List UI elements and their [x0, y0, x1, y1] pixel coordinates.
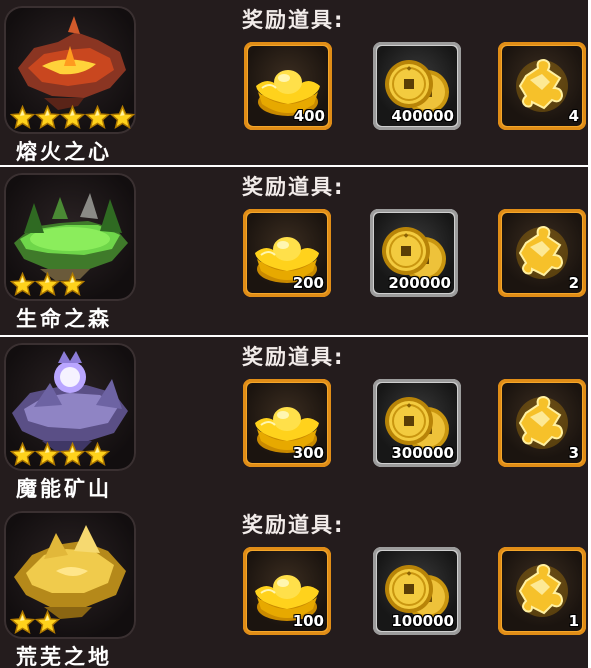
- svg-text:◆: ◆: [404, 232, 409, 239]
- reward-slot-coins[interactable]: ◆ 200000: [370, 209, 458, 297]
- svg-text:◆: ◆: [407, 402, 412, 409]
- reward-title: 奖励道具:: [242, 513, 345, 537]
- area-thumbnail[interactable]: [4, 511, 136, 639]
- reward-title: 奖励道具:: [242, 8, 345, 32]
- reward-slot-coins[interactable]: ◆ 300000: [373, 379, 461, 467]
- area-name: 荒芜之地: [16, 645, 112, 668]
- reward-slot-ingot[interactable]: 300: [243, 379, 331, 467]
- reward-quantity: 300: [292, 444, 324, 462]
- star-icon: [35, 610, 60, 635]
- star-icon: [60, 272, 85, 297]
- star-icon: [10, 442, 35, 467]
- star-icon: [10, 272, 35, 297]
- area-thumbnail[interactable]: [4, 343, 136, 471]
- star-icon: [10, 105, 35, 130]
- star-rating: [10, 105, 135, 130]
- star-icon: [60, 442, 85, 467]
- area-row[interactable]: 生命之森 奖励道具: 200 ◆ 200000 2: [0, 167, 588, 335]
- reward-quantity: 400: [293, 107, 325, 125]
- reward-quantity: 200000: [388, 274, 451, 292]
- reward-quantity: 200: [292, 274, 324, 292]
- svg-text:◆: ◆: [407, 570, 412, 577]
- star-icon: [35, 272, 60, 297]
- reward-quantity: 100: [292, 612, 324, 630]
- area-row[interactable]: 荒芜之地 奖励道具: 100 ◆ 100000 1: [0, 505, 588, 668]
- reward-quantity: 100000: [391, 612, 454, 630]
- star-icon: [60, 105, 85, 130]
- reward-quantity: 4: [568, 107, 579, 125]
- star-rating: [10, 442, 110, 467]
- star-icon: [85, 105, 110, 130]
- reward-slot-ingot[interactable]: 400: [244, 42, 332, 130]
- area-row[interactable]: 熔火之心 奖励道具: 400 ◆ 400000 4: [0, 0, 588, 165]
- reward-quantity: 3: [568, 444, 579, 462]
- star-rating: [10, 610, 60, 635]
- reward-title: 奖励道具:: [242, 345, 345, 369]
- reward-slot-coins[interactable]: ◆ 400000: [373, 42, 461, 130]
- area-thumbnail[interactable]: [4, 173, 136, 301]
- area-name: 熔火之心: [16, 140, 112, 164]
- reward-quantity: 2: [568, 274, 579, 292]
- star-icon: [35, 105, 60, 130]
- reward-slot-ingot[interactable]: 100: [243, 547, 331, 635]
- star-icon: [110, 105, 135, 130]
- reward-slot-fragment[interactable]: 4: [498, 42, 586, 130]
- reward-slot-fragment[interactable]: 3: [498, 379, 586, 467]
- reward-slot-ingot[interactable]: 200: [243, 209, 331, 297]
- star-icon: [35, 442, 60, 467]
- area-name: 魔能矿山: [16, 477, 112, 501]
- svg-text:◆: ◆: [407, 65, 412, 72]
- reward-quantity: 300000: [391, 444, 454, 462]
- star-rating: [10, 272, 85, 297]
- reward-quantity: 1: [568, 612, 579, 630]
- star-icon: [85, 442, 110, 467]
- reward-title: 奖励道具:: [242, 175, 345, 199]
- area-name: 生命之森: [16, 307, 112, 331]
- area-thumbnail[interactable]: [4, 6, 136, 134]
- reward-slot-coins[interactable]: ◆ 100000: [373, 547, 461, 635]
- reward-slot-fragment[interactable]: 1: [498, 547, 586, 635]
- area-reward-list: 熔火之心 奖励道具: 400 ◆ 400000 4 生命之森 奖励道具: 200…: [0, 0, 591, 668]
- reward-slot-fragment[interactable]: 2: [498, 209, 586, 297]
- area-row[interactable]: 魔能矿山 奖励道具: 300 ◆ 300000 3: [0, 337, 588, 505]
- reward-quantity: 400000: [391, 107, 454, 125]
- star-icon: [10, 610, 35, 635]
